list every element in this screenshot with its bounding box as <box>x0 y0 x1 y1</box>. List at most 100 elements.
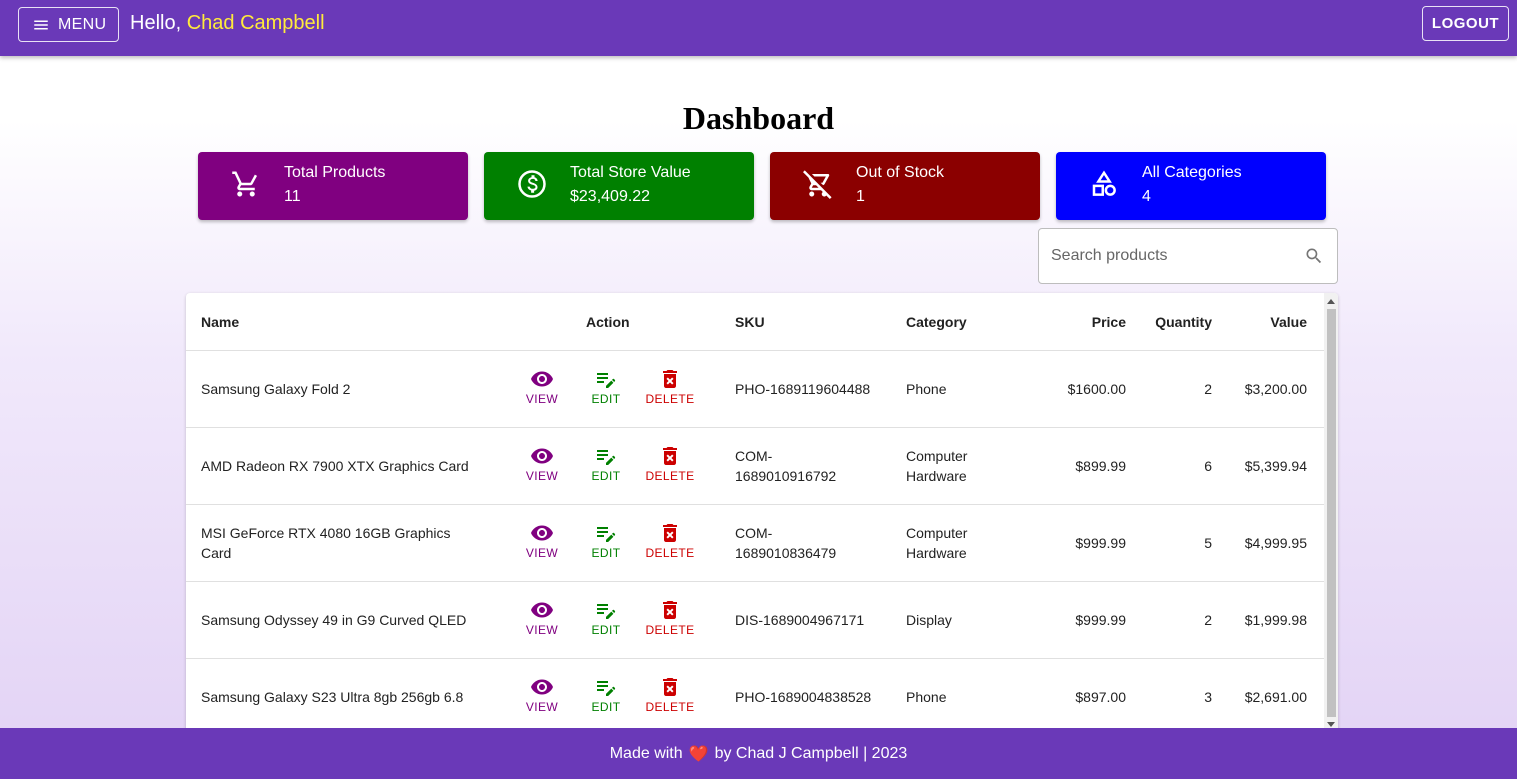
category-cell: Phone <box>906 687 946 707</box>
table-row: Samsung Galaxy S23 Ultra 8gb 256gb 6.8 VI… <box>186 659 1324 733</box>
edit-button[interactable]: EDIT <box>576 675 636 714</box>
edit-label: EDIT <box>591 546 621 560</box>
value-cell: $2,691.00 <box>1244 689 1307 705</box>
category-line: Hardware <box>906 545 967 561</box>
quantity-cell: 3 <box>1204 689 1212 705</box>
name-cell: Samsung Galaxy S23 Ultra 8gb 256gb 6.8 <box>201 687 491 707</box>
card-value: 1 <box>856 188 865 205</box>
trash-icon <box>658 367 682 392</box>
delete-label: DELETE <box>645 392 695 406</box>
total-products-card: Total Products 11 <box>198 152 468 220</box>
category-cell: Phone <box>906 379 946 399</box>
scrollbar-thumb[interactable] <box>1327 309 1336 717</box>
search-box <box>1038 228 1338 284</box>
sku-cell: PHO-1689119604488 <box>735 379 870 399</box>
sku-cell: COM- 1689010836479 <box>735 523 836 563</box>
header-name[interactable]: Name <box>201 312 239 332</box>
price-cell: $897.00 <box>1075 689 1126 705</box>
view-label: VIEW <box>525 623 559 637</box>
delete-button[interactable]: DELETE <box>640 367 700 406</box>
card-label: Out of Stock <box>856 164 945 181</box>
delete-label: DELETE <box>645 546 695 560</box>
quantity-cell: 2 <box>1204 381 1212 397</box>
quantity-cell: 2 <box>1204 612 1212 628</box>
sku-line: 1689010916792 <box>735 468 837 484</box>
view-button[interactable]: VIEW <box>512 444 572 483</box>
category-line: Phone <box>906 689 947 705</box>
header-sku[interactable]: SKU <box>735 312 765 332</box>
trash-icon <box>658 521 682 546</box>
sku-cell: COM- 1689010916792 <box>735 446 836 486</box>
cart-icon <box>231 169 261 199</box>
sku-line: DIS-1689004967171 <box>735 612 865 628</box>
menu-button[interactable]: MENU <box>18 7 119 42</box>
sku-cell: PHO-1689004838528 <box>735 687 871 707</box>
view-button[interactable]: VIEW <box>512 675 572 714</box>
card-value: 11 <box>284 188 301 205</box>
view-label: VIEW <box>525 546 559 560</box>
footer: Made with ❤️ by Chad J Campbell | 2023 <box>0 728 1517 779</box>
card-label: Total Products <box>284 164 386 181</box>
category-line: Computer <box>906 525 968 541</box>
trash-icon <box>658 598 682 623</box>
view-button[interactable]: VIEW <box>512 521 572 560</box>
header-price[interactable]: Price <box>1026 312 1126 332</box>
page-title: Dashboard <box>682 100 835 136</box>
price-cell: $999.99 <box>1075 612 1126 628</box>
name-line: Samsung Galaxy Fold 2 <box>201 381 351 397</box>
delete-button[interactable]: DELETE <box>640 598 700 637</box>
category-cell: Computer Hardware <box>906 446 967 486</box>
table-row: Samsung Galaxy Fold 2 VIEW EDIT DELETE PHO-1… <box>186 351 1324 428</box>
header-quantity[interactable]: Quantity <box>1112 312 1212 332</box>
view-label: VIEW <box>525 469 559 483</box>
search-icon[interactable] <box>1304 246 1324 266</box>
sku-line: 1689010836479 <box>735 545 837 561</box>
view-button[interactable]: VIEW <box>512 598 572 637</box>
edit-label: EDIT <box>591 623 621 637</box>
edit-button[interactable]: EDIT <box>576 444 636 483</box>
edit-note-icon <box>594 598 618 623</box>
name-line: Samsung Galaxy S23 Ultra 8gb 256gb 6.8 <box>201 689 464 705</box>
price-cell: $999.99 <box>1075 535 1126 551</box>
edit-button[interactable]: EDIT <box>576 598 636 637</box>
search-input[interactable] <box>1051 243 1291 269</box>
table-scrollbar[interactable] <box>1324 293 1338 733</box>
category-line: Computer <box>906 448 968 464</box>
card-value: $23,409.22 <box>570 188 651 205</box>
header-value[interactable]: Value <box>1207 312 1307 332</box>
scroll-up-arrow-icon[interactable] <box>1327 299 1335 304</box>
quantity-cell: 5 <box>1204 535 1212 551</box>
card-value: 4 <box>1142 188 1151 205</box>
scroll-down-arrow-icon[interactable] <box>1327 722 1335 727</box>
category-line: Hardware <box>906 468 967 484</box>
delete-button[interactable]: DELETE <box>640 675 700 714</box>
view-button[interactable]: VIEW <box>512 367 572 406</box>
edit-label: EDIT <box>591 392 621 406</box>
eye-icon <box>530 367 554 392</box>
trash-icon <box>658 444 682 469</box>
edit-button[interactable]: EDIT <box>576 521 636 560</box>
delete-button[interactable]: DELETE <box>640 444 700 483</box>
edit-note-icon <box>594 367 618 392</box>
menu-label: MENU <box>58 15 107 33</box>
table-row: AMD Radeon RX 7900 XTX Graphics Card VIEW… <box>186 428 1324 505</box>
sku-cell: DIS-1689004967171 <box>735 610 864 630</box>
edit-note-icon <box>594 444 618 469</box>
edit-button[interactable]: EDIT <box>576 367 636 406</box>
out-of-stock-card: Out of Stock 1 <box>770 152 1040 220</box>
user-name: Chad Campbell <box>186 12 325 34</box>
all-categories-card: All Categories 4 <box>1056 152 1326 220</box>
name-cell: Samsung Odyssey 49 in G9 Curved QLED <box>201 610 491 630</box>
edit-note-icon <box>594 521 618 546</box>
name-line: Samsung Odyssey 49 in G9 Curved QLED <box>201 612 467 628</box>
delete-label: DELETE <box>645 623 695 637</box>
value-cell: $5,399.94 <box>1244 458 1307 474</box>
total-store-value-card: Total Store Value $23,409.22 <box>484 152 754 220</box>
card-label: Total Store Value <box>570 164 691 181</box>
header-category[interactable]: Category <box>906 312 967 332</box>
name-line: AMD Radeon RX 7900 XTX Graphics Card <box>201 458 469 474</box>
products-table: Name Action SKU Category Price Quantity … <box>186 293 1338 733</box>
name-cell: MSI GeForce RTX 4080 16GB Graphics Card <box>201 523 491 563</box>
logout-button[interactable]: LOGOUT <box>1422 6 1509 41</box>
delete-button[interactable]: DELETE <box>640 521 700 560</box>
